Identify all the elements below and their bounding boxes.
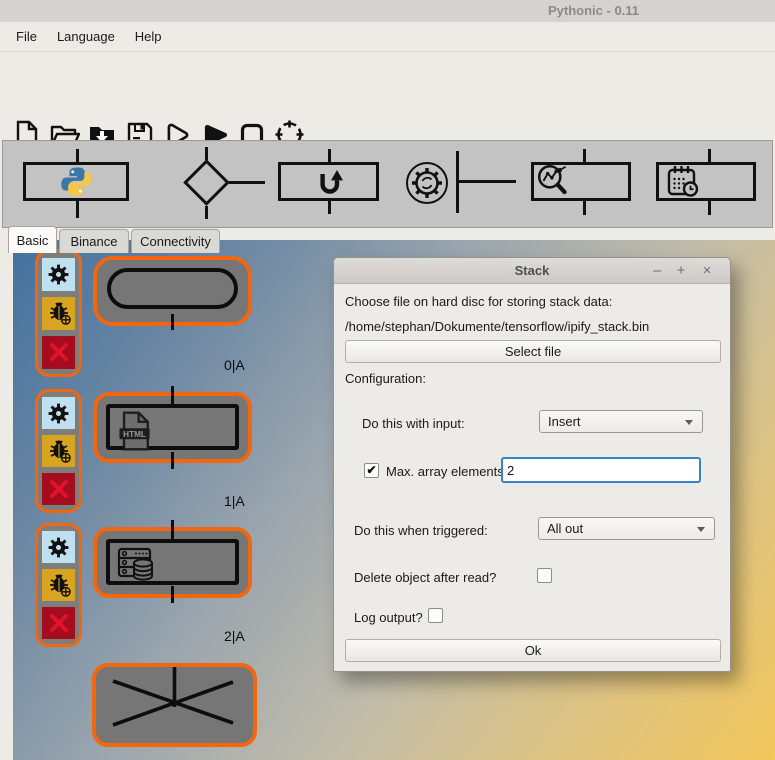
bug-icon bbox=[49, 440, 71, 463]
python-element-connector-bottom bbox=[76, 201, 79, 218]
html-element-connector-top bbox=[171, 386, 174, 404]
dialog-minimize-button[interactable]: – bbox=[648, 262, 666, 280]
element-2-delete-button[interactable] bbox=[42, 607, 75, 639]
start-element-shape bbox=[107, 268, 238, 309]
dialog-close-button[interactable]: × bbox=[698, 262, 716, 280]
dropdown-arrow-icon bbox=[697, 527, 705, 532]
python-logo-icon bbox=[60, 167, 92, 196]
element-2-debug-button[interactable] bbox=[42, 569, 75, 601]
app-window: Pythonic - 0.11 File Language Help Basic… bbox=[0, 0, 775, 760]
max-elements-checkbox[interactable]: ✔ bbox=[364, 463, 379, 478]
element-0-label: 0|A bbox=[224, 357, 245, 373]
toolbox-process-element[interactable] bbox=[405, 161, 449, 205]
html-element-connector-bottom bbox=[171, 452, 174, 469]
toolbar bbox=[0, 52, 775, 149]
server-element-shape bbox=[106, 539, 239, 585]
delete-x-icon bbox=[49, 343, 68, 361]
bug-icon bbox=[49, 302, 71, 325]
trigger-mode-dropdown[interactable]: All out bbox=[538, 517, 715, 540]
junction-element[interactable] bbox=[92, 663, 257, 747]
branch-connector-bottom bbox=[205, 206, 208, 219]
magnifier-chart-icon bbox=[537, 164, 567, 195]
element-1-label: 1|A bbox=[224, 493, 245, 509]
window-titlebar: Pythonic - 0.11 bbox=[0, 0, 775, 22]
log-output-checkbox[interactable] bbox=[428, 608, 443, 623]
pipeline-connector-bottom bbox=[583, 201, 586, 215]
menu-language[interactable]: Language bbox=[57, 29, 115, 44]
html-file-icon: HTML bbox=[119, 411, 150, 451]
gear-icon bbox=[48, 537, 69, 557]
delete-after-read-label: Delete object after read? bbox=[354, 570, 497, 585]
element-1-debug-button[interactable] bbox=[42, 435, 75, 467]
dialog-titlebar[interactable]: Stack – + × bbox=[334, 258, 730, 284]
select-file-button[interactable]: Select file bbox=[345, 340, 721, 363]
dropdown-arrow-icon bbox=[685, 420, 693, 425]
element-1-settings-button[interactable] bbox=[42, 397, 75, 429]
tab-connectivity[interactable]: Connectivity bbox=[131, 229, 220, 253]
menu-help[interactable]: Help bbox=[135, 29, 162, 44]
window-title: Pythonic - 0.11 bbox=[548, 3, 640, 18]
element-toolbox bbox=[2, 140, 773, 228]
process-connector-horizontal bbox=[459, 180, 516, 183]
calendar-clock-icon bbox=[667, 166, 699, 197]
database-server-icon bbox=[117, 547, 153, 581]
toolbox-return-element[interactable] bbox=[278, 162, 379, 201]
element-1-tool-column bbox=[35, 389, 82, 513]
start-element-connector bbox=[171, 314, 174, 330]
element-2-label: 2|A bbox=[224, 628, 245, 644]
junction-lines-icon bbox=[112, 667, 234, 727]
file-path-text: /home/stephan/Dokumente/tensorflow/ipify… bbox=[345, 319, 650, 334]
html-element-shape: HTML bbox=[106, 404, 239, 451]
menubar: File Language Help bbox=[0, 22, 775, 52]
element-2-settings-button[interactable] bbox=[42, 531, 75, 563]
element-2-tool-column bbox=[35, 523, 82, 647]
tab-basic[interactable]: Basic bbox=[8, 226, 57, 253]
trigger-mode-label: Do this when triggered: bbox=[354, 523, 488, 538]
tab-binance[interactable]: Binance bbox=[59, 229, 129, 253]
branch-connector-right bbox=[229, 181, 265, 184]
element-1-delete-button[interactable] bbox=[42, 473, 75, 505]
gear-icon bbox=[48, 403, 69, 423]
tabbar: Basic Binance Connectivity bbox=[0, 112, 775, 253]
dialog-title: Stack bbox=[514, 263, 550, 278]
dialog-maximize-button[interactable]: + bbox=[672, 262, 690, 280]
scheduler-connector-bottom bbox=[708, 201, 711, 215]
ok-button[interactable]: Ok bbox=[345, 639, 721, 662]
u-turn-arrow-icon bbox=[319, 169, 343, 194]
menu-file[interactable]: File bbox=[16, 29, 37, 44]
element-0-delete-button[interactable] bbox=[42, 335, 75, 369]
delete-after-read-checkbox[interactable] bbox=[537, 568, 552, 583]
configuration-label: Configuration: bbox=[345, 371, 426, 386]
element-0-tool-column bbox=[35, 249, 82, 377]
stack-dialog: Stack – + × Choose file on hard disc for… bbox=[333, 257, 731, 672]
input-mode-dropdown[interactable]: Insert bbox=[539, 410, 703, 433]
max-elements-input[interactable] bbox=[501, 457, 701, 483]
toolbox-scheduler-element[interactable] bbox=[656, 162, 756, 201]
server-element-connector-top bbox=[171, 520, 174, 539]
delete-x-icon bbox=[49, 614, 68, 632]
element-0-settings-button[interactable] bbox=[42, 257, 75, 291]
toolbox-pipeline-element[interactable] bbox=[531, 162, 631, 201]
gear-icon bbox=[48, 264, 69, 284]
element-0-debug-button[interactable] bbox=[42, 296, 75, 330]
log-output-label: Log output? bbox=[354, 610, 423, 625]
server-element-connector-bottom bbox=[171, 586, 174, 603]
branch-connector-top bbox=[205, 147, 208, 160]
svg-text:HTML: HTML bbox=[123, 430, 146, 439]
delete-x-icon bbox=[49, 480, 68, 498]
bug-icon bbox=[49, 574, 71, 597]
input-mode-label: Do this with input: bbox=[362, 416, 465, 431]
choose-file-label: Choose file on hard disc for storing sta… bbox=[345, 294, 613, 309]
toolbox-branch-element[interactable] bbox=[183, 159, 230, 206]
workflow-canvas[interactable]: 0|A HTML 1|A 2|A Stack – + × Choose file… bbox=[13, 240, 775, 760]
return-connector-bottom bbox=[328, 201, 331, 214]
max-elements-label: Max. array elements: bbox=[386, 464, 508, 479]
toolbox-python-element[interactable] bbox=[23, 162, 129, 201]
